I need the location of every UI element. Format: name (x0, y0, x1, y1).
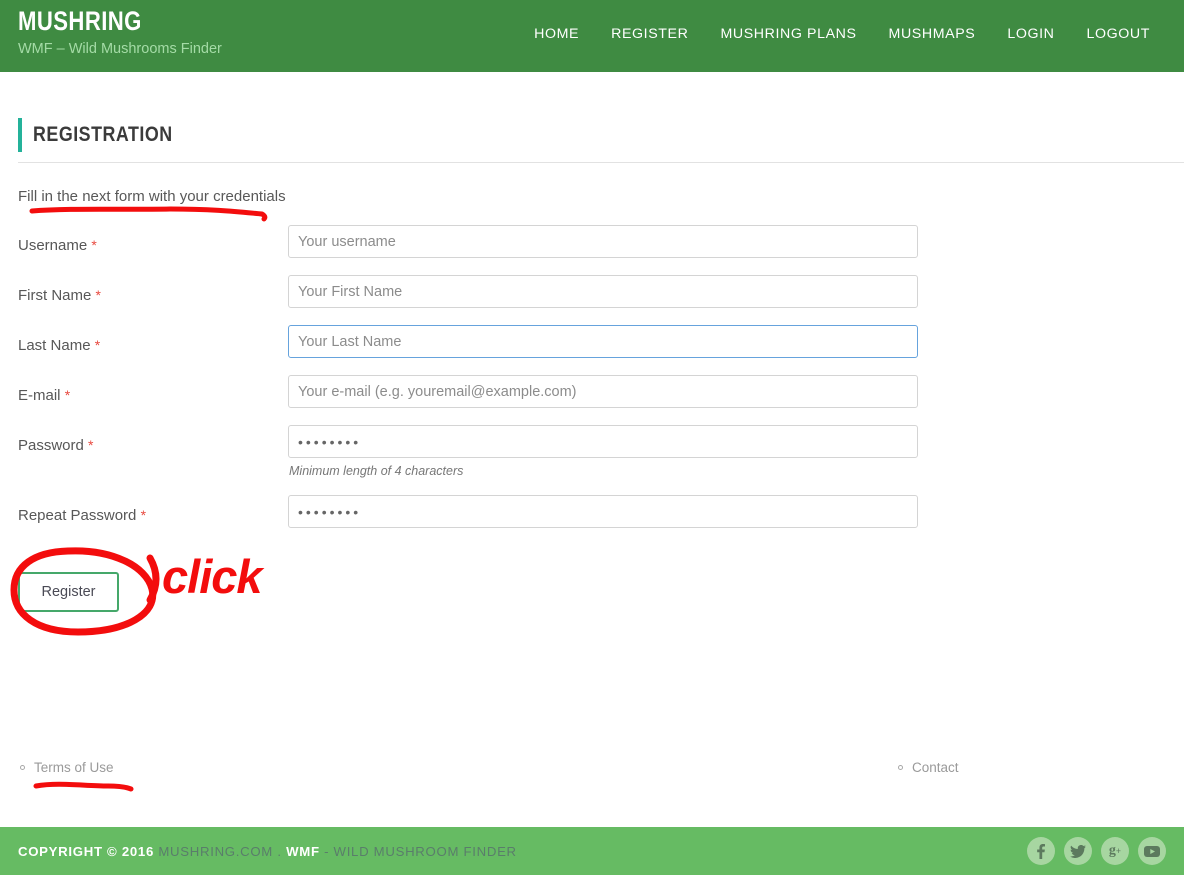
brand-title: MUSHRING (18, 6, 142, 36)
first-name-input[interactable] (288, 275, 918, 308)
label-username-text: Username (18, 237, 88, 254)
required-marker: * (94, 337, 101, 353)
label-username: Username * (18, 235, 97, 256)
last-name-input[interactable] (288, 325, 918, 358)
nav-item-register[interactable]: REGISTER (595, 26, 704, 42)
form-row-repeat-password: Repeat Password * (0, 495, 1184, 545)
password-help-text: Minimum length of 4 characters (289, 464, 464, 478)
form-row-password: Password * Minimum length of 4 character… (0, 425, 1184, 495)
heading-divider (18, 162, 1184, 163)
label-password-text: Password (18, 437, 84, 454)
intro-text: Fill in the next form with your credenti… (18, 188, 286, 205)
label-password: Password * (18, 435, 93, 456)
footer-link-terms-label: Terms of Use (34, 760, 114, 775)
page-root: MUSHRING WMF – Wild Mushrooms Finder HOM… (0, 0, 1184, 875)
annotation-circle-tail (146, 554, 160, 604)
required-marker: * (88, 437, 94, 453)
youtube-icon[interactable] (1138, 837, 1166, 865)
required-marker: * (140, 507, 147, 523)
social-links: g + (1027, 837, 1166, 865)
main-navigation: HOME REGISTER MUSHRING PLANS MUSHMAPS LO… (518, 0, 1184, 42)
title-accent-bar (18, 118, 22, 152)
footer-link-contact-label: Contact (912, 760, 959, 775)
form-row-email: E-mail * (0, 375, 1184, 425)
twitter-icon[interactable] (1064, 837, 1092, 865)
password-input[interactable] (288, 425, 918, 458)
brand[interactable]: MUSHRING WMF – Wild Mushrooms Finder (0, 0, 222, 59)
annotation-underline-terms (33, 781, 134, 792)
label-first-name-text: First Name (18, 287, 92, 304)
copyright-site-link[interactable]: MUSHRING.COM (158, 844, 273, 859)
nav-item-mushmaps[interactable]: MUSHMAPS (873, 26, 992, 42)
page-title-text: REGISTRATION (33, 123, 173, 146)
site-header: MUSHRING WMF – Wild Mushrooms Finder HOM… (0, 0, 1184, 72)
annotation-click-label: click (162, 550, 263, 603)
nav-item-logout[interactable]: LOGOUT (1070, 26, 1166, 42)
required-marker: * (64, 387, 71, 403)
facebook-icon[interactable] (1027, 837, 1055, 865)
required-marker: * (91, 237, 97, 253)
email-input[interactable] (288, 375, 918, 408)
nav-item-home[interactable]: HOME (518, 26, 595, 42)
label-email-text: E-mail (18, 387, 61, 404)
label-repeat-password: Repeat Password * (18, 505, 146, 526)
form-row-first-name: First Name * (0, 275, 1184, 325)
google-plus-icon[interactable]: g + (1101, 837, 1129, 865)
annotation-underline-intro (29, 206, 268, 222)
copyright-tagline: - WILD MUSHROOM FINDER (324, 843, 517, 859)
copyright-prefix: COPYRIGHT © 2016 (18, 843, 154, 859)
copyright-bar: COPYRIGHT © 2016 MUSHRING.COM . WMF - WI… (0, 827, 1184, 875)
bullet-icon (898, 765, 903, 770)
required-marker: * (95, 287, 101, 303)
label-email: E-mail * (18, 385, 70, 406)
repeat-password-input[interactable] (288, 495, 918, 528)
label-last-name: Last Name * (18, 335, 100, 356)
footer-link-contact[interactable]: Contact (898, 760, 959, 775)
copyright-separator: . (277, 843, 282, 859)
nav-item-mushring-plans[interactable]: MUSHRING PLANS (704, 26, 872, 42)
bullet-icon (20, 765, 25, 770)
label-repeat-password-text: Repeat Password (18, 507, 137, 524)
brand-subtitle: WMF – Wild Mushrooms Finder (18, 41, 222, 57)
register-button[interactable]: Register (18, 572, 119, 612)
copyright-text: COPYRIGHT © 2016 MUSHRING.COM . WMF - WI… (18, 844, 517, 859)
footer-link-terms-of-use[interactable]: Terms of Use (20, 760, 114, 775)
label-last-name-text: Last Name (18, 337, 91, 354)
page-title: REGISTRATION (18, 118, 197, 152)
username-input[interactable] (288, 225, 918, 258)
copyright-wmf: WMF (286, 843, 320, 859)
nav-item-login[interactable]: LOGIN (991, 26, 1070, 42)
registration-form: Username * First Name * Last Name * E-ma… (0, 225, 1184, 545)
form-row-last-name: Last Name * (0, 325, 1184, 375)
form-row-username: Username * (0, 225, 1184, 275)
label-first-name: First Name * (18, 285, 101, 306)
